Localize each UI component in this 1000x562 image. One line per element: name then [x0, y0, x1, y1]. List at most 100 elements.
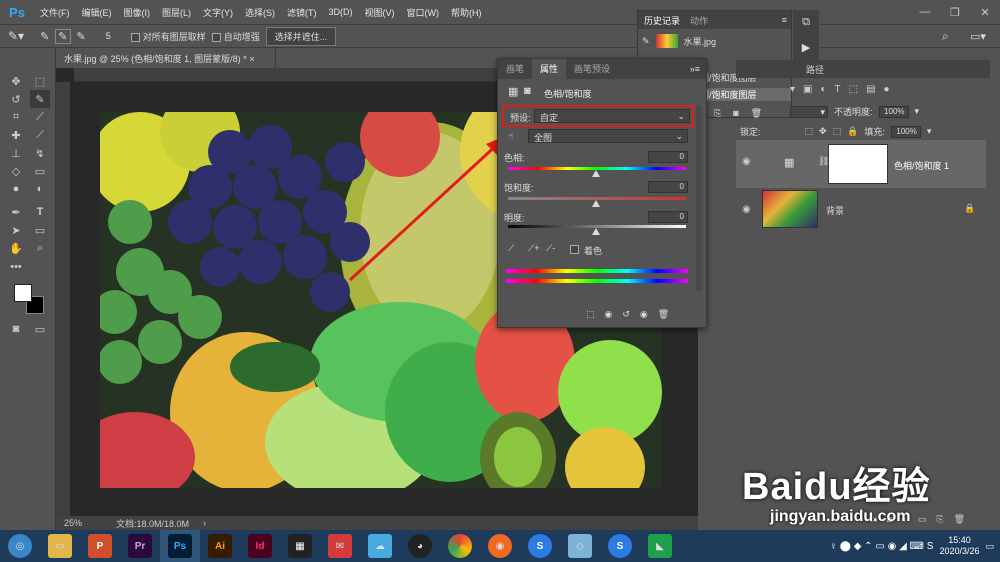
- menu-item-3d[interactable]: 3D(D): [323, 7, 359, 17]
- path-selection-icon[interactable]: ➤: [6, 221, 26, 239]
- smart-filter-icon[interactable]: ▤: [866, 84, 875, 95]
- minimize-icon[interactable]: —: [910, 0, 940, 24]
- eyedropper-icon[interactable]: ⟋: [508, 243, 514, 254]
- checkbox-icon[interactable]: [211, 32, 221, 42]
- qq-icon[interactable]: ◕: [400, 530, 440, 562]
- menu-item-type[interactable]: 文字(Y): [197, 6, 239, 19]
- eyedropper-plus-icon[interactable]: ⟋+: [528, 243, 540, 254]
- panel-scrollbar[interactable]: [696, 105, 702, 291]
- premiere-icon[interactable]: Pr: [120, 530, 160, 562]
- checkbox-icon[interactable]: [130, 32, 140, 42]
- eraser-tool-icon[interactable]: ◇: [6, 162, 26, 180]
- clock[interactable]: 15:40 2020/3/26: [939, 535, 979, 557]
- filter-toggle-icon[interactable]: ●: [884, 84, 890, 95]
- filter-mode-icon[interactable]: ▾: [790, 84, 795, 95]
- sogou-browser-icon[interactable]: S: [600, 530, 640, 562]
- close-tab-icon[interactable]: ×: [249, 54, 254, 64]
- move-tool-icon[interactable]: ✥: [6, 72, 26, 90]
- preset-dropdown[interactable]: 自定 ⌄: [534, 109, 690, 123]
- screen-mode-icon[interactable]: ▭: [30, 320, 50, 338]
- search-icon[interactable]: ⌕: [942, 29, 949, 44]
- layer-row[interactable]: ◉ 背景 🔒: [736, 188, 986, 232]
- document-tab[interactable]: 水果.jpg @ 25% (色相/饱和度 1, 图层蒙版/8) * ×: [56, 48, 276, 68]
- history-panel-icon[interactable]: ⧉: [802, 16, 810, 29]
- new-document-icon[interactable]: ⎘: [714, 108, 721, 119]
- trash-icon[interactable]: 🗑: [751, 108, 762, 119]
- brush-size[interactable]: 5: [106, 31, 111, 41]
- chat-app-icon[interactable]: ☁: [360, 530, 400, 562]
- lightness-field[interactable]: 0: [648, 211, 688, 223]
- fill-field[interactable]: 100%: [890, 125, 921, 138]
- dodge-tool-icon[interactable]: ◐: [30, 180, 50, 198]
- dropdown-chevron-icon[interactable]: ▾: [927, 126, 932, 137]
- hue-slider-thumb[interactable]: [592, 170, 600, 177]
- brush-tool-icon[interactable]: ⟋: [30, 126, 50, 144]
- shape-filter-icon[interactable]: ⬚: [849, 84, 858, 95]
- photoshop-taskbar-icon[interactable]: Ps: [160, 530, 200, 562]
- lock-position-icon[interactable]: ✥: [819, 126, 827, 137]
- menu-item-image[interactable]: 图像(I): [118, 6, 157, 19]
- tab-brush-presets[interactable]: 画笔预设: [566, 59, 618, 79]
- tab-properties[interactable]: 属性: [532, 59, 567, 79]
- menu-item-view[interactable]: 视图(V): [359, 6, 401, 19]
- new-layer-icon[interactable]: ⎘: [936, 514, 943, 525]
- tab-actions[interactable]: 动作: [690, 14, 708, 27]
- hue-field[interactable]: 0: [648, 151, 688, 163]
- healing-tool-icon[interactable]: ✚: [6, 126, 26, 144]
- start-button[interactable]: ◎: [0, 530, 40, 562]
- tab-brush[interactable]: 画笔: [498, 59, 532, 79]
- menu-item-edit[interactable]: 编辑(E): [76, 6, 118, 19]
- panel-menu-icon[interactable]: ≡: [782, 15, 787, 25]
- auto-enhance[interactable]: 自动增强: [211, 30, 260, 43]
- dropdown-chevron-icon[interactable]: ▾: [915, 106, 920, 117]
- stamp-tool-icon[interactable]: ⊥: [6, 144, 26, 162]
- add-selection-icon[interactable]: ✎: [55, 28, 71, 44]
- opacity-field[interactable]: 100%: [878, 105, 909, 118]
- chrome-icon[interactable]: [440, 530, 480, 562]
- close-icon[interactable]: ✕: [970, 0, 1000, 24]
- layer-row[interactable]: ◉ ▦ ⛓ 色相/饱和度 1: [736, 140, 986, 188]
- marquee-tool-icon[interactable]: ⬚: [30, 72, 50, 90]
- target-adjust-icon[interactable]: ☝: [508, 131, 513, 142]
- mail-app-icon[interactable]: ✉: [320, 530, 360, 562]
- panel-menu-icon[interactable]: »≡: [690, 64, 700, 74]
- crop-tool-icon[interactable]: ⌗: [6, 108, 26, 126]
- status-arrow-icon[interactable]: ›: [203, 518, 206, 528]
- new-selection-icon[interactable]: ✎: [40, 30, 49, 43]
- gradient-tool-icon[interactable]: ▭: [30, 162, 50, 180]
- blur-tool-icon[interactable]: ●: [6, 180, 26, 198]
- saturation-field[interactable]: 0: [648, 181, 688, 193]
- trash-icon[interactable]: 🗑: [658, 309, 669, 320]
- menu-item-window[interactable]: 窗口(W): [401, 6, 446, 19]
- subtract-selection-icon[interactable]: ✎: [77, 30, 86, 43]
- eyedropper-tool-icon[interactable]: ⟋: [30, 108, 50, 126]
- zoom-tool-icon[interactable]: ⌕: [30, 239, 50, 257]
- file-explorer-icon[interactable]: ▭: [40, 530, 80, 562]
- notes-app-icon[interactable]: ◇: [560, 530, 600, 562]
- pen-tool-icon[interactable]: ✒: [6, 203, 26, 221]
- tray-icons[interactable]: ♀ ⬤ ◆ ⌃ ▭ ◉ ◢ ⌨ S: [829, 541, 933, 552]
- browser-icon[interactable]: ◉: [480, 530, 520, 562]
- eye-icon[interactable]: ◉: [742, 156, 752, 167]
- tab-paths[interactable]: 路径: [806, 63, 824, 76]
- blend-mode-dropdown[interactable]: ▾: [790, 105, 828, 118]
- sample-all-layers[interactable]: 对所有图层取样: [130, 30, 206, 43]
- video-editor-icon[interactable]: ▦: [280, 530, 320, 562]
- menu-item-filter[interactable]: 滤镜(T): [281, 6, 323, 19]
- rectangle-tool-icon[interactable]: ▭: [30, 221, 50, 239]
- menu-item-help[interactable]: 帮助(H): [445, 6, 488, 19]
- eyedropper-minus-icon[interactable]: ⟋-: [546, 243, 555, 254]
- mask-icon[interactable]: ◙: [524, 85, 531, 97]
- type-tool-icon[interactable]: T: [30, 203, 50, 221]
- more-tools-icon[interactable]: •••: [6, 258, 26, 276]
- notification-icon[interactable]: ▭: [985, 541, 994, 552]
- green-app-icon[interactable]: ◣: [640, 530, 680, 562]
- restore-icon[interactable]: ❐: [940, 0, 970, 24]
- workspace-icon[interactable]: ▭▾: [970, 30, 986, 43]
- clip-to-layer-icon[interactable]: ⬚: [586, 309, 595, 320]
- type-filter-icon[interactable]: T: [835, 84, 841, 95]
- lock-all-icon[interactable]: 🔒: [847, 126, 858, 137]
- zoom-level[interactable]: 25%: [64, 518, 82, 528]
- quick-select-icon[interactable]: ✎▾: [8, 29, 24, 43]
- layer-mask-thumbnail[interactable]: [828, 144, 888, 184]
